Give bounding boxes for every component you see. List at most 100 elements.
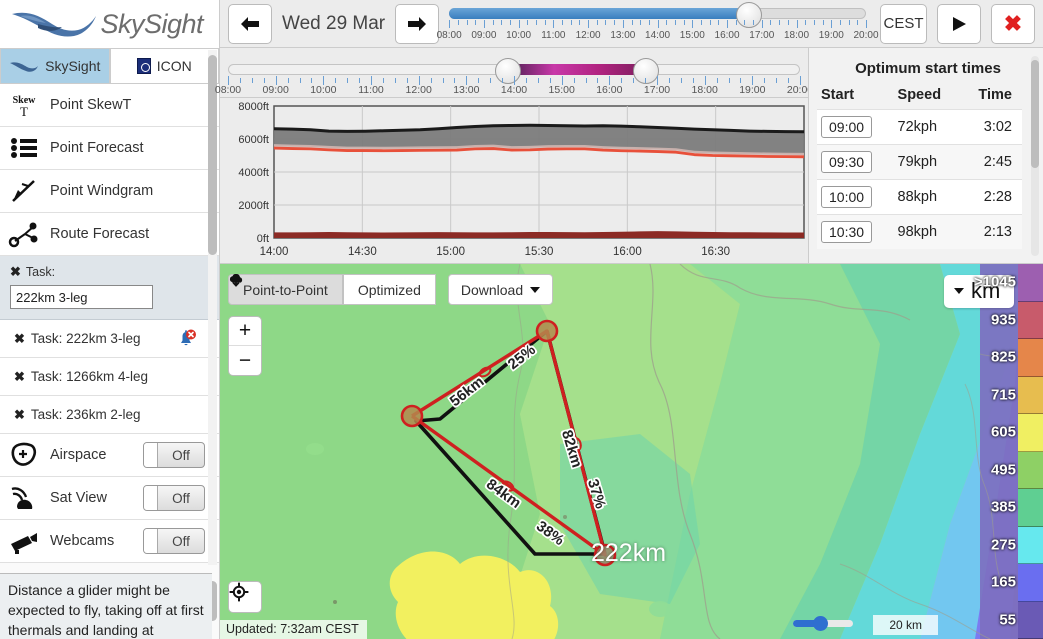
sidebar-item-route-forecast[interactable]: Route Forecast xyxy=(0,213,219,256)
sidebar-item-label: Route Forecast xyxy=(50,226,150,242)
tick-mark xyxy=(753,19,755,25)
time-slider-tick-labels: 08:00 09:00 10:00 11:00 12:00 13:00 14:00 15:00… xyxy=(437,29,879,44)
task-list-item-label: Task: 222km 3-leg xyxy=(30,331,141,346)
legend-color-swatch xyxy=(1018,564,1043,602)
tick-label: 18:00 xyxy=(784,29,810,41)
task-list-item-1[interactable]: ✖ Task: 1266km 4-leg xyxy=(0,358,219,396)
current-date: Wed 29 Mar xyxy=(282,12,386,34)
task-list-item-label: Task: 236km 2-leg xyxy=(30,407,141,422)
table-header-row: Start Speed Time xyxy=(817,85,1022,110)
sidebar-item-label: Point SkewT xyxy=(50,97,132,113)
sidebar-item-point-forecast[interactable]: Point Forecast xyxy=(0,127,219,170)
play-button[interactable] xyxy=(937,3,981,44)
tick-mark xyxy=(562,19,564,25)
close-button[interactable]: ✖ xyxy=(991,3,1035,44)
sidebar-item-point-skewt[interactable]: Skew T Point SkewT xyxy=(0,84,219,127)
zoom-in-button[interactable]: + xyxy=(229,317,261,346)
optimized-button[interactable]: Optimized xyxy=(342,274,436,305)
tick-mark xyxy=(478,78,480,83)
tick-label: 16:00 xyxy=(714,29,740,41)
toggle-knob xyxy=(144,529,158,553)
toggle-state: Off xyxy=(172,490,190,506)
time-slider-fill xyxy=(449,7,750,19)
start-time-button[interactable]: 10:00 xyxy=(821,186,873,208)
tick-mark xyxy=(683,19,685,25)
tick-mark xyxy=(740,78,742,83)
table-row[interactable]: 09:00 72kph 3:02 xyxy=(817,109,1022,145)
close-x-icon[interactable]: ✖ xyxy=(10,264,21,280)
cell-start: 09:00 xyxy=(817,110,894,145)
optimum-start-times-table: Start Speed Time 09:00 72kph 3:02 09:30 79kp… xyxy=(817,85,1022,249)
forecast-map[interactable]: 56km 25% 82km 37% 84km 38% Point-to-Point Opt… xyxy=(220,264,1043,639)
close-x-icon[interactable]: ✖ xyxy=(14,331,25,347)
next-day-button[interactable] xyxy=(395,3,440,44)
tick-mark xyxy=(779,19,781,25)
x-axis-tick-label: 15:30 xyxy=(525,246,554,258)
tab-skysight[interactable]: SkySight xyxy=(0,48,110,83)
brand-title: SkySight xyxy=(100,8,203,39)
tick-mark xyxy=(709,19,711,25)
start-time-button[interactable]: 09:00 xyxy=(821,116,873,138)
tick-label: 17:00 xyxy=(749,29,775,41)
timezone-label: CEST xyxy=(883,15,924,32)
tick-mark xyxy=(633,78,635,83)
start-time-button[interactable]: 10:30 xyxy=(821,221,873,243)
layer-row-sat-view: Sat View Off xyxy=(0,477,219,520)
tick-label: 13:00 xyxy=(453,84,480,96)
tick-label: 19:00 xyxy=(739,84,766,96)
tick-mark xyxy=(621,78,623,83)
table-row[interactable]: 09:30 79kph 2:45 xyxy=(817,144,1022,180)
layer-opacity-slider[interactable] xyxy=(793,616,853,631)
task-name-input[interactable] xyxy=(10,285,153,309)
tick-mark xyxy=(501,19,503,25)
tick-mark xyxy=(788,78,790,83)
cell-speed: 79kph xyxy=(897,154,938,170)
timezone-button[interactable]: CEST xyxy=(880,3,927,44)
optimum-scrollbar-thumb[interactable] xyxy=(1031,60,1039,168)
sidebar-item-label: Point Forecast xyxy=(50,140,144,156)
toggle-state: Off xyxy=(172,533,190,549)
table-row[interactable]: 10:30 98kph 2:13 xyxy=(817,214,1022,249)
task-list-item-2[interactable]: ✖ Task: 236km 2-leg xyxy=(0,396,219,434)
layer-label: Airspace xyxy=(50,447,107,463)
tick-mark xyxy=(839,19,841,25)
tick-mark xyxy=(666,19,668,25)
tick-mark xyxy=(483,19,485,28)
sat-view-toggle[interactable]: Off xyxy=(143,485,205,511)
sidebar-item-point-windgram[interactable]: Point Windgram xyxy=(0,170,219,213)
task-list-item-0[interactable]: ✖ Task: 222km 3-leg xyxy=(0,320,219,358)
tick-mark xyxy=(475,19,477,25)
point-to-point-button[interactable]: Point-to-Point xyxy=(228,274,343,305)
cell-time: 2:45 xyxy=(983,154,1012,170)
task-editor-header: ✖ Task: xyxy=(10,264,211,280)
route-icon xyxy=(8,219,40,249)
legend-color-swatch xyxy=(1018,339,1043,377)
table-row[interactable]: 10:00 88kph 2:28 xyxy=(817,179,1022,215)
zoom-out-button[interactable]: − xyxy=(229,346,261,375)
start-time-button[interactable]: 09:30 xyxy=(821,151,873,173)
close-x-icon[interactable]: ✖ xyxy=(14,369,25,385)
download-button[interactable]: Download xyxy=(229,274,554,305)
webcam-icon xyxy=(8,526,40,556)
locate-button[interactable] xyxy=(228,581,262,613)
tab-icon[interactable]: ICON xyxy=(109,48,219,83)
opacity-knob[interactable] xyxy=(813,616,828,631)
time-range-row: 08:00 09:00 10:00 11:00 12:00 13:00 14:00 15:00… xyxy=(215,48,813,98)
tab-skysight-label: SkySight xyxy=(45,58,101,74)
tick-mark xyxy=(700,19,702,25)
time-range-slider[interactable]: 08:00 09:00 10:00 11:00 12:00 13:00 14:00 15:00… xyxy=(215,56,813,98)
tick-mark xyxy=(406,78,408,83)
cloud-download-icon xyxy=(229,274,243,287)
webcams-toggle[interactable]: Off xyxy=(143,528,205,554)
tick-label: 08:00 xyxy=(436,29,462,41)
airspace-toggle[interactable]: Off xyxy=(143,442,205,468)
tick-mark xyxy=(287,78,289,83)
bell-slash-icon[interactable] xyxy=(175,328,197,350)
cell-time: 2:13 xyxy=(983,224,1012,240)
legend-value-label: 275 xyxy=(990,536,1016,553)
altitude-chart[interactable]: 8000ft 6000ft 4000ft 2000ft 0ft 14:00 14:30 15:… xyxy=(220,98,808,264)
close-x-icon[interactable]: ✖ xyxy=(14,407,25,423)
prev-day-button[interactable] xyxy=(228,3,272,44)
time-slider[interactable]: 08:00 09:00 10:00 11:00 12:00 13:00 14:00 15:00… xyxy=(437,1,879,46)
column-header-time: Time xyxy=(978,87,1012,103)
